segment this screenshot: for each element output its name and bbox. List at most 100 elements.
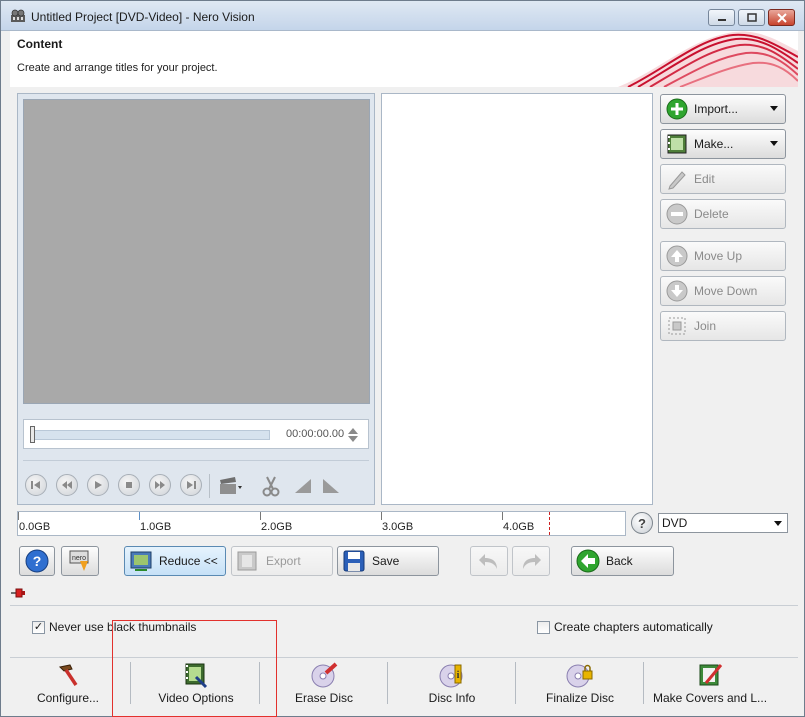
- move-down-button[interactable]: Move Down: [660, 276, 786, 306]
- disc-type-value: DVD: [662, 516, 688, 530]
- time-spinner-icon[interactable]: [346, 426, 360, 444]
- film-reel-icon: [11, 9, 25, 22]
- fast-forward-icon: [155, 481, 165, 489]
- title-list[interactable]: [381, 93, 653, 505]
- nero-update-icon: nero: [69, 550, 89, 571]
- stop-icon: [126, 482, 132, 488]
- move-up-button[interactable]: Move Up: [660, 241, 786, 271]
- rewind-icon: [62, 481, 72, 489]
- capacity-tick: [260, 512, 261, 520]
- skip-end-icon: [187, 481, 196, 489]
- help-button[interactable]: ?: [19, 546, 55, 576]
- make-button[interactable]: Make...: [660, 129, 786, 159]
- reduce-label: Reduce <<: [159, 554, 218, 568]
- chevron-down-icon: [770, 141, 778, 146]
- close-button[interactable]: [768, 9, 795, 26]
- checkbox-checked-icon[interactable]: ✓: [32, 620, 45, 634]
- make-covers-label: Make Covers and L...: [652, 691, 768, 705]
- configure-label: Configure...: [36, 691, 100, 705]
- move-down-label: Move Down: [694, 284, 758, 298]
- delete-label: Delete: [694, 207, 729, 221]
- cut-button[interactable]: [259, 474, 283, 498]
- add-icon: [666, 98, 688, 120]
- skip-to-start-button[interactable]: [25, 474, 47, 496]
- transport-divider: [209, 474, 210, 498]
- capacity-tick: [139, 512, 140, 520]
- pencil-icon: [666, 168, 688, 190]
- arrow-left-icon: [576, 549, 600, 573]
- chevron-down-icon: [770, 106, 778, 111]
- pin-icon[interactable]: [10, 587, 26, 599]
- timeline-slider-handle[interactable]: [30, 426, 35, 443]
- create-chapters-label: Create chapters automatically: [554, 620, 713, 634]
- join-icon: [666, 315, 688, 337]
- preview-panel: 00:00:00.00: [17, 93, 375, 505]
- edit-button[interactable]: Edit: [660, 164, 786, 194]
- svg-text:?: ?: [33, 553, 42, 569]
- capacity-label: 2.0GB: [261, 521, 293, 533]
- toolbar-separator: [387, 662, 388, 704]
- save-button[interactable]: Save: [337, 546, 439, 576]
- capacity-tick: [381, 512, 382, 520]
- play-button[interactable]: [87, 474, 109, 496]
- page-header: Content Create and arrange titles for yo…: [10, 31, 798, 87]
- import-button[interactable]: Import...: [660, 94, 786, 124]
- page-subtitle: Create and arrange titles for your proje…: [17, 62, 218, 74]
- capacity-tick: [18, 512, 19, 520]
- hammer-icon: [54, 661, 82, 689]
- capacity-label: 0.0GB: [19, 521, 51, 533]
- timeline-track[interactable]: [32, 430, 270, 440]
- redo-icon: [523, 554, 541, 569]
- stop-button[interactable]: [118, 474, 140, 496]
- skip-start-icon: [31, 481, 40, 489]
- scissors-icon: [262, 476, 280, 497]
- arrow-up-icon: [666, 245, 688, 267]
- rewind-button[interactable]: [56, 474, 78, 496]
- move-up-label: Move Up: [694, 249, 743, 263]
- capacity-label: 4.0GB: [503, 521, 535, 533]
- chevron-down-icon: [774, 521, 782, 526]
- make-label: Make...: [694, 137, 734, 151]
- export-button[interactable]: Export: [231, 546, 333, 576]
- reduce-button[interactable]: Reduce <<: [124, 546, 226, 576]
- undo-button[interactable]: [470, 546, 508, 576]
- video-preview: [23, 99, 370, 404]
- maximize-button[interactable]: [738, 9, 765, 26]
- clapperboard-button[interactable]: [219, 474, 243, 498]
- back-label: Back: [606, 554, 633, 568]
- finalize-disc-button[interactable]: Finalize Disc: [540, 658, 620, 710]
- join-button[interactable]: Join: [660, 311, 786, 341]
- skip-to-end-button[interactable]: [180, 474, 202, 496]
- minimize-icon: [717, 18, 726, 21]
- back-button[interactable]: Back: [571, 546, 674, 576]
- fade-out-icon: [323, 479, 339, 493]
- finalize-disc-label: Finalize Disc: [545, 691, 614, 705]
- annotation-highlight-box: [112, 620, 277, 717]
- cover-pen-icon: [696, 661, 724, 689]
- configure-button[interactable]: Configure...: [27, 658, 109, 710]
- nero-update-button[interactable]: nero: [61, 546, 99, 576]
- question-icon: ?: [631, 512, 653, 534]
- disc-type-select[interactable]: DVD: [658, 513, 788, 533]
- close-icon: [776, 12, 787, 23]
- delete-button[interactable]: Delete: [660, 199, 786, 229]
- redo-button[interactable]: [512, 546, 550, 576]
- disc-info-button[interactable]: i Disc Info: [412, 658, 492, 710]
- create-chapters-checkbox[interactable]: Create chapters automatically: [537, 620, 713, 634]
- export-label: Export: [266, 554, 301, 568]
- floppy-disk-icon: [342, 549, 366, 573]
- minimize-button[interactable]: [708, 9, 735, 26]
- nero-logo-swoosh: [618, 31, 798, 87]
- fade-in-button[interactable]: [291, 474, 315, 498]
- svg-text:i: i: [457, 670, 460, 681]
- fade-out-button[interactable]: [319, 474, 343, 498]
- capacity-help-button[interactable]: ?: [631, 512, 653, 534]
- checkbox-unchecked-icon[interactable]: [537, 620, 550, 634]
- edit-label: Edit: [694, 172, 715, 186]
- fast-forward-button[interactable]: [149, 474, 171, 496]
- make-covers-button[interactable]: Make Covers and L...: [652, 658, 768, 710]
- nero-vision-window: Untitled Project [DVD-Video] - Nero Visi…: [0, 0, 805, 717]
- erase-disc-button[interactable]: Erase Disc: [284, 658, 364, 710]
- join-label: Join: [694, 319, 717, 333]
- svg-text:nero: nero: [72, 555, 86, 562]
